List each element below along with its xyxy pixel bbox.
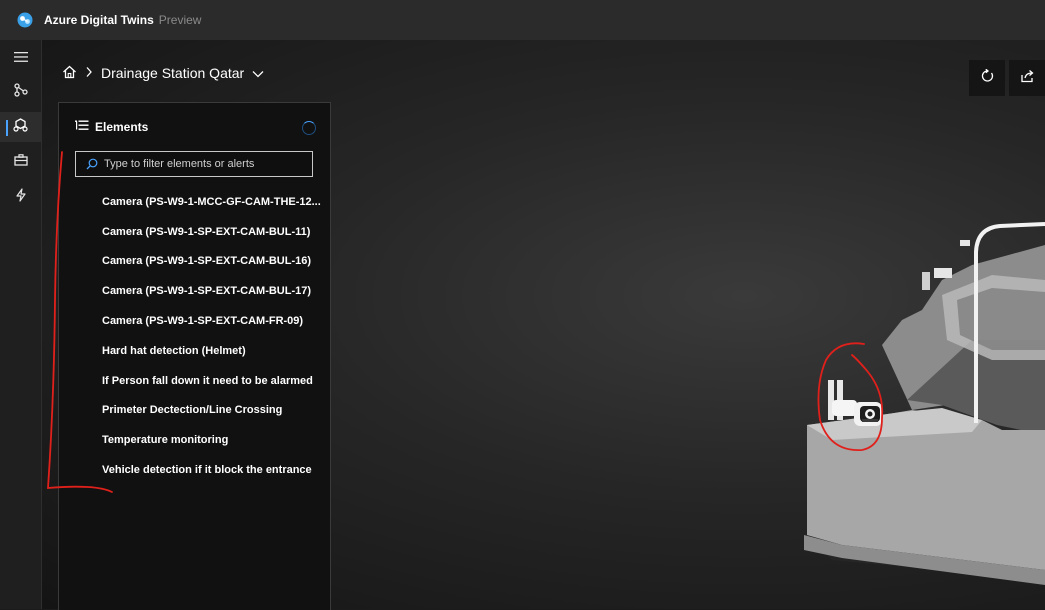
filter-box [75, 151, 313, 177]
search-icon [86, 158, 98, 170]
list-item[interactable]: Temperature monitoring [59, 425, 330, 455]
share-button[interactable] [1009, 60, 1045, 96]
list-item[interactable]: Hard hat detection (Helmet) [59, 336, 330, 366]
azure-digital-twins-logo-icon [16, 11, 34, 29]
app-title: Azure Digital Twins [44, 13, 154, 27]
loading-spinner-icon [302, 121, 316, 135]
list-item[interactable]: Camera (PS-W9-1-SP-EXT-CAM-FR-09) [59, 306, 330, 336]
events-button[interactable] [0, 182, 41, 212]
filter-input[interactable] [104, 158, 304, 170]
lightning-icon [15, 187, 27, 207]
toolbox-icon [13, 153, 28, 171]
list-item[interactable]: Vehicle detection if it block the entran… [59, 455, 330, 485]
preview-badge: Preview [158, 13, 202, 27]
list-item[interactable]: Camera (PS-W9-1-SP-EXT-CAM-BUL-16) [59, 247, 330, 277]
scene-icon [13, 117, 28, 137]
3d-scenes-button[interactable] [0, 112, 41, 142]
chevron-right-icon [85, 65, 93, 81]
main-viewport: Drainage Station Qatar Elements Type to … [42, 40, 1045, 610]
refresh-icon [980, 68, 994, 88]
elements-title: Elements [95, 120, 149, 134]
viewer-toolbar [969, 60, 1045, 96]
share-icon [1020, 69, 1034, 88]
breadcrumb: Drainage Station Qatar [62, 62, 264, 84]
list-item[interactable]: Camera (PS-W9-1-SP-EXT-CAM-BUL-17) [59, 276, 330, 306]
home-icon[interactable] [62, 65, 77, 82]
graph-icon [13, 82, 28, 102]
hamburger-icon [13, 50, 28, 68]
list-item[interactable]: Camera (PS-W9-1-MCC-GF-CAM-THE-12... [59, 187, 330, 217]
refresh-button[interactable] [969, 60, 1005, 96]
left-navigation-rail [0, 40, 42, 609]
twin-graph-button[interactable] [0, 77, 41, 107]
menu-button[interactable] [0, 44, 41, 74]
scene-selector[interactable]: Drainage Station Qatar [101, 65, 244, 81]
elements-panel: Elements Camera (PS-W9-1-MCC-GF-CAM-THE-… [58, 102, 331, 610]
list-tree-icon [75, 120, 89, 134]
elements-header: Elements [75, 120, 148, 134]
list-item[interactable]: Camera (PS-W9-1-SP-EXT-CAM-BUL-11) [59, 217, 330, 247]
scene-name: Drainage Station Qatar [101, 65, 245, 81]
list-item[interactable]: If Person fall down it need to be alarme… [59, 366, 330, 396]
elements-list: Camera (PS-W9-1-MCC-GF-CAM-THE-12... Cam… [59, 187, 330, 485]
toolbox-button[interactable] [0, 147, 41, 177]
title-bar: Azure Digital Twins Preview [0, 0, 1045, 41]
list-item[interactable]: Primeter Dectection/Line Crossing [59, 396, 330, 426]
chevron-down-icon[interactable] [252, 65, 264, 81]
